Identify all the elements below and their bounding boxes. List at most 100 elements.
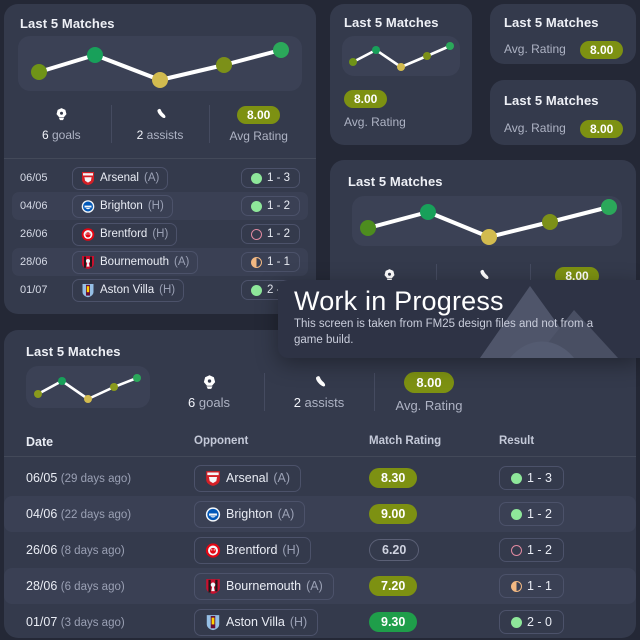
stat-assists: 2 assists <box>110 98 210 150</box>
score: 1 - 3 <box>266 172 290 184</box>
venue: (H) <box>282 543 300 557</box>
table-row[interactable]: 28/06 (6 days ago) Bournemouth (A) 7.20 1… <box>4 568 636 604</box>
opponent-name: Brentford <box>226 543 278 557</box>
mini-row-4[interactable]: 01/07 Aston Villa(H) 2 - 0 <box>12 276 308 304</box>
result-dot-loss <box>511 544 522 556</box>
card-title: Last 5 Matches <box>348 174 443 189</box>
table-row[interactable]: 01/07 (3 days ago) Aston Villa (H) 9.30 2… <box>4 604 636 640</box>
score: 1 - 2 <box>527 507 553 521</box>
cell-date: 04/06 (22 days ago) <box>4 507 194 521</box>
table-header-divider <box>4 456 636 457</box>
goals-label: 6 goals <box>188 395 230 410</box>
cell-opponent: Brighton (A) <box>194 500 369 528</box>
astonvilla-crest <box>206 614 220 630</box>
opponent-name: Bournemouth <box>226 579 302 593</box>
cell-date: 26/06 (8 days ago) <box>4 543 194 557</box>
venue: (H) <box>159 284 176 296</box>
opponent-name: Brighton <box>226 507 273 521</box>
mini-row-3[interactable]: 28/06 Bournemouth (A) 1 - 1 <box>12 248 308 276</box>
table-row[interactable]: 04/06 (22 days ago) Brighton (A) 9.00 1 -… <box>4 496 636 532</box>
date-value: 26/06 <box>26 543 58 557</box>
card-title: Last 5 Matches <box>504 93 599 108</box>
mini-match-list: 06/05 Arsenal (A) 1 - 3 04/06 Brighton (H)… <box>12 164 308 304</box>
match-rating-badge: 9.00 <box>369 503 418 525</box>
assists-word: assists <box>300 395 345 410</box>
result-dot-win <box>250 172 262 184</box>
astonvilla-crest <box>82 283 94 297</box>
result-dot-loss <box>250 228 262 240</box>
date-ago: (29 days ago) <box>60 473 132 485</box>
opponent-name: Brentford <box>100 228 148 240</box>
card-title: Last 5 Matches <box>20 16 115 31</box>
table-row[interactable]: 26/06 (8 days ago) Brentford (H) 6.20 1 -… <box>4 532 636 568</box>
opponent-chip[interactable]: Bournemouth (A) <box>72 250 199 274</box>
wip-body: Work in Progress This screen is taken fr… <box>278 280 640 354</box>
th-opponent: Opponent <box>194 435 249 447</box>
th-date: Date <box>26 435 54 449</box>
brentford-crest <box>81 227 95 241</box>
result-chip: 1 - 1 <box>499 574 565 598</box>
cell-rating: 7.20 <box>369 575 499 597</box>
result-dot-win <box>250 284 262 296</box>
rating-sparkline-wide <box>352 196 622 246</box>
match-rating-badge: 8.30 <box>369 467 418 489</box>
opponent-name: Aston Villa <box>100 284 155 296</box>
cell-opponent: Brentford (H) <box>194 536 369 564</box>
card-last5-detailed: Last 5 Matches 6 goals 2 assists 8.00 Av… <box>4 4 316 314</box>
venue: (A) <box>306 579 323 593</box>
card-avg-rating-2: Last 5 Matches Avg. Rating 8.00 <box>490 80 636 145</box>
opponent-chip[interactable]: Aston Villa (H) <box>194 608 319 636</box>
card-last5-compact: Last 5 Matches 8.00 Avg. Rating <box>330 4 472 145</box>
table-header: Date Opponent Match Rating Result <box>4 435 636 449</box>
score: 1 - 1 <box>266 256 290 268</box>
mini-date: 06/05 <box>20 172 48 184</box>
result-chip: 1 - 1 <box>240 252 300 272</box>
result-dot-draw <box>250 256 262 268</box>
th-result: Result <box>499 435 535 447</box>
cell-date: 28/06 (6 days ago) <box>4 579 194 593</box>
opponent-chip[interactable]: Arsenal (A) <box>72 166 169 190</box>
opponent-chip[interactable]: Aston Villa (H) <box>72 278 185 302</box>
opponent-chip[interactable]: Brighton (H) <box>72 194 173 218</box>
mini-date: 26/06 <box>20 228 48 240</box>
mini-row-1[interactable]: 04/06 Brighton (H) 1 - 2 <box>12 192 308 220</box>
opponent-chip[interactable]: Brighton (A) <box>194 500 306 528</box>
result-dot-win <box>511 616 522 628</box>
avg-rating-label: Avg. Rating <box>344 115 406 129</box>
sparkline-svg <box>31 42 289 88</box>
opponent-chip[interactable]: Brentford (H) <box>72 222 178 246</box>
venue: (A) <box>174 256 190 268</box>
rating-sparkline-table <box>26 366 150 408</box>
card-title: Last 5 Matches <box>504 15 599 30</box>
result-chip: 1 - 2 <box>499 538 565 562</box>
mini-row-0[interactable]: 06/05 Arsenal (A) 1 - 3 <box>12 164 308 192</box>
table-row[interactable]: 06/05 (29 days ago) Arsenal (A) 8.30 1 - … <box>4 460 636 496</box>
opponent-name: Arsenal <box>226 471 269 485</box>
result-chip: 1 - 3 <box>240 168 300 188</box>
avg-rating-badge: 8.00 <box>580 120 624 138</box>
date-value: 06/05 <box>26 471 58 485</box>
brighton-crest <box>81 199 95 213</box>
date-value: 04/06 <box>26 507 58 521</box>
cell-date: 01/07 (3 days ago) <box>4 615 194 629</box>
mini-date: 01/07 <box>20 284 48 296</box>
stats-strip: 6 goals 2 assists 8.00 Avg. Rating <box>154 366 484 418</box>
cell-result: 1 - 2 <box>499 538 636 562</box>
football-icon <box>201 374 218 390</box>
opponent-name: Aston Villa <box>226 615 285 629</box>
result-dot-draw <box>511 580 522 592</box>
card-avg-rating-1: Last 5 Matches Avg. Rating 8.00 <box>490 4 636 64</box>
opponent-chip[interactable]: Brentford (H) <box>194 536 311 564</box>
score: 2 - 0 <box>527 615 553 629</box>
opponent-chip[interactable]: Arsenal (A) <box>194 464 302 492</box>
opponent-name: Bournemouth <box>100 256 170 268</box>
boot-icon <box>311 374 328 390</box>
cell-opponent: Arsenal (A) <box>194 464 369 492</box>
th-rating: Match Rating <box>369 435 442 447</box>
opponent-chip[interactable]: Bournemouth (A) <box>194 572 334 600</box>
mini-row-2[interactable]: 26/06 Brentford (H) 1 - 2 <box>12 220 308 248</box>
date-ago: (22 days ago) <box>60 509 132 521</box>
venue: (H) <box>289 615 308 629</box>
score: 1 - 1 <box>527 579 553 593</box>
cell-opponent: Aston Villa (H) <box>194 608 369 636</box>
